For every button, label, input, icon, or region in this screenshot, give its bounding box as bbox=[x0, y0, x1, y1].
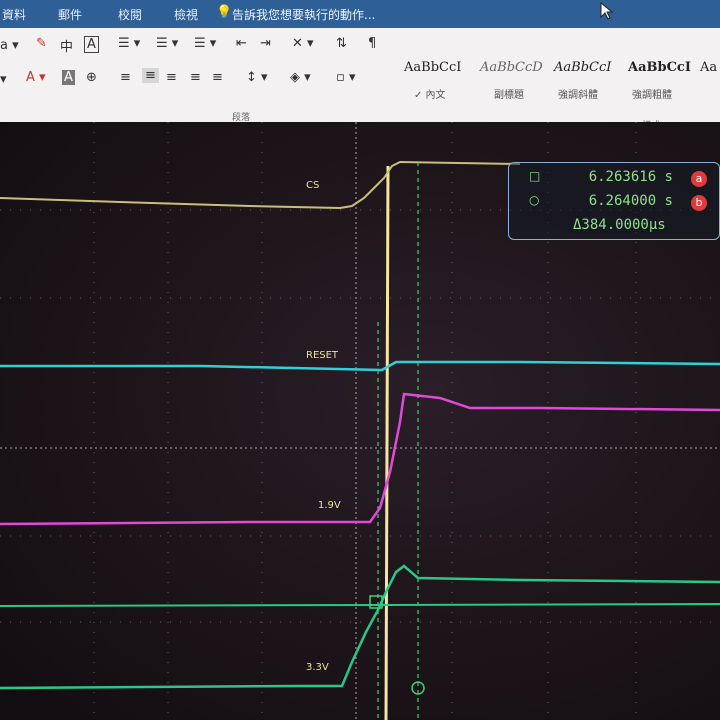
phonetic-guide-icon[interactable]: 中 bbox=[60, 36, 73, 55]
asian-layout-icon[interactable]: ✕ ▾ bbox=[292, 36, 314, 51]
group-label-paragraph: 段落 bbox=[232, 113, 251, 122]
cursor-delta-value: Δ384.0000μs bbox=[573, 217, 666, 233]
oscilloscope-screen: CS RESET 1.9V 3.3V □ 6.263616 s a ○ 6.26… bbox=[0, 122, 720, 720]
font-color-icon[interactable]: A ▾ bbox=[26, 70, 46, 85]
channel-label-cs: CS bbox=[306, 180, 320, 191]
multilevel-list-icon[interactable]: ☰ ▾ bbox=[194, 36, 216, 51]
clear-format-icon[interactable]: ✎ bbox=[36, 36, 47, 51]
menu-item-data[interactable]: 資料 bbox=[2, 6, 26, 23]
line-spacing-icon[interactable]: ↕ ▾ bbox=[246, 70, 268, 85]
character-border-icon[interactable]: A bbox=[84, 36, 99, 53]
style-label-normal: ✓ 內文 bbox=[414, 90, 446, 101]
word-ribbon: 資料 郵件 校閱 檢視 💡 告訴我您想要執行的動作... a ▾ ✎ 中 A ☰… bbox=[0, 0, 720, 122]
trace-1v9 bbox=[0, 392, 720, 526]
show-marks-icon[interactable]: ¶ bbox=[368, 36, 376, 51]
cursor-b-symbol: ○ bbox=[529, 193, 540, 207]
align-right-icon[interactable]: ≡ bbox=[166, 70, 177, 85]
bullets-icon[interactable]: ☰ ▾ bbox=[118, 36, 140, 51]
channel-label-1v9: 1.9V bbox=[318, 500, 341, 511]
cursor-b-tag: b bbox=[691, 195, 707, 211]
increase-indent-icon[interactable]: ⇥ bbox=[260, 36, 271, 51]
cursor-a-tag: a bbox=[691, 171, 707, 187]
character-shading-icon[interactable]: A bbox=[62, 70, 75, 85]
borders-icon[interactable]: ▫ ▾ bbox=[336, 70, 355, 85]
decrease-indent-icon[interactable]: ⇤ bbox=[236, 36, 247, 51]
tell-me-box[interactable]: 告訴我您想要執行的動作... bbox=[232, 6, 375, 23]
font-size-icon[interactable]: a ▾ bbox=[0, 38, 19, 53]
mouse-pointer-icon bbox=[600, 2, 614, 20]
style-label-strong: 強調粗體 bbox=[632, 90, 672, 101]
cursor-b-value: 6.264000 s bbox=[588, 193, 673, 209]
numbering-icon[interactable]: ☰ ▾ bbox=[156, 36, 178, 51]
lightbulb-icon: 💡 bbox=[216, 5, 233, 20]
cursor-readout-box: □ 6.263616 s a ○ 6.264000 s b Δ384.0000μ… bbox=[508, 162, 720, 240]
align-left-icon[interactable]: ≡ bbox=[120, 70, 131, 85]
style-sample-more[interactable]: Aa bbox=[700, 60, 717, 75]
cursor-a-symbol: □ bbox=[529, 169, 541, 183]
menu-item-view[interactable]: 檢視 bbox=[174, 6, 198, 23]
style-sample-emphasis[interactable]: AaBbCcI bbox=[554, 60, 611, 75]
channel-label-3v3: 3.3V bbox=[306, 662, 329, 673]
trigger-cursor-line bbox=[384, 165, 390, 720]
font-effects-icon[interactable]: ▾ bbox=[0, 72, 7, 87]
enclose-characters-icon[interactable]: ⊕ bbox=[86, 70, 97, 85]
menu-item-mailings[interactable]: 郵件 bbox=[58, 6, 82, 23]
trace-cs bbox=[0, 160, 521, 210]
style-label-subtitle: 副標題 bbox=[494, 90, 524, 101]
style-sample-normal[interactable]: AaBbCcI bbox=[404, 60, 461, 75]
style-sample-strong[interactable]: AaBbCcI bbox=[628, 60, 691, 75]
trace-reset bbox=[0, 360, 720, 372]
shading-icon[interactable]: ◈ ▾ bbox=[290, 70, 311, 85]
sort-icon[interactable]: ⇅ bbox=[336, 36, 347, 51]
channel-label-reset: RESET bbox=[306, 350, 339, 361]
cursor-a-value: 6.263616 s bbox=[588, 169, 673, 185]
style-label-emphasis: 強調斜體 bbox=[558, 90, 598, 101]
justify-icon[interactable]: ≡ bbox=[190, 70, 201, 85]
level-reference-line bbox=[0, 603, 720, 607]
distributed-icon[interactable]: ≡ bbox=[212, 70, 223, 85]
menu-item-review[interactable]: 校閱 bbox=[118, 6, 142, 23]
style-sample-subtitle[interactable]: AaBbCcD bbox=[480, 60, 543, 75]
align-center-icon[interactable]: ≡ bbox=[142, 68, 159, 83]
trace-3v3 bbox=[0, 564, 720, 690]
photo-root: 資料 郵件 校閱 檢視 💡 告訴我您想要執行的動作... a ▾ ✎ 中 A ☰… bbox=[0, 0, 720, 720]
menu-bar: 資料 郵件 校閱 檢視 💡 告訴我您想要執行的動作... bbox=[0, 0, 720, 28]
